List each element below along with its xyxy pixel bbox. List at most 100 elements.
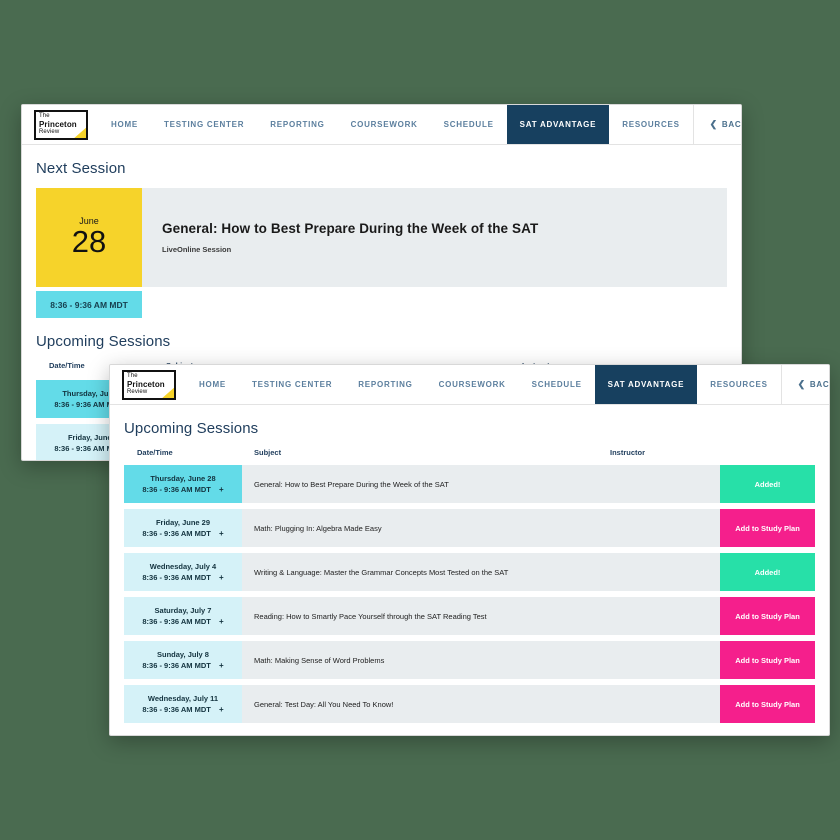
nav-item-sat-advantage[interactable]: SAT ADVANTAGE	[594, 365, 698, 404]
next-session-day: 28	[71, 223, 107, 259]
row-date-cell[interactable]: Friday, June 29 8:36 - 9:36 AM MDT +	[124, 509, 242, 547]
table-row[interactable]: Friday, June 29 8:36 - 9:36 AM MDT + Mat…	[124, 509, 815, 547]
front-col-subject: Subject	[254, 448, 282, 457]
back-navbar: The Princeton Review HOME TESTING CENTER…	[22, 105, 741, 145]
row-subject: General: How to Best Prepare During the …	[254, 479, 449, 489]
front-col-instructor: Instructor	[610, 448, 646, 457]
table-row[interactable]: Saturday, July 7 8:36 - 9:36 AM MDT + Re…	[124, 597, 815, 635]
row-subject: Math: Plugging In: Algebra Made Easy	[254, 523, 382, 533]
row-subject: General: Test Day: All You Need To Know!	[254, 699, 394, 709]
row-time-text: 8:36 - 9:36 AM MDT	[142, 529, 211, 538]
plus-icon[interactable]: +	[219, 529, 224, 538]
row-date-cell[interactable]: Thursday, June 28 8:36 - 9:36 AM MDT +	[124, 465, 242, 503]
row-instructor	[610, 553, 720, 591]
next-session-date-block: June 28	[36, 188, 142, 287]
nav-item-coursework[interactable]: COURSEWORK	[338, 105, 431, 144]
logo-triangle-icon	[160, 385, 174, 398]
back-to-my-campus-link[interactable]: ❮ BACK TO MY CAMPUS	[780, 365, 830, 404]
front-table-header: Date/Time Subject Instructor	[124, 448, 815, 465]
row-date: Wednesday, July 11	[147, 694, 219, 703]
next-session-subtitle: LiveOnline Session	[162, 245, 232, 254]
plus-icon[interactable]: +	[219, 661, 224, 670]
back-to-my-campus-label: BACK TO MY CAMPUS	[809, 380, 830, 389]
next-session-panel: General: How to Best Prepare During the …	[142, 188, 727, 287]
row-subject: Math: Making Sense of Word Problems	[254, 655, 385, 665]
back-to-my-campus-label: BACK TO MY CAMPUS	[721, 120, 742, 129]
row-time-text: 8:36 - 9:36 AM MDT	[142, 617, 211, 626]
row-time: 8:36 - 9:36 AM MDT +	[142, 616, 223, 627]
back-upcoming-heading: Upcoming Sessions	[36, 333, 171, 350]
plus-icon[interactable]: +	[219, 705, 224, 714]
row-time-text: 8:36 - 9:36 AM MDT	[142, 573, 211, 582]
chevron-left-icon: ❮	[797, 379, 806, 389]
brand-logo[interactable]: The Princeton Review	[110, 365, 186, 404]
row-date-cell[interactable]: Saturday, July 7 8:36 - 9:36 AM MDT +	[124, 597, 242, 635]
logo-triangle-icon	[72, 125, 86, 138]
row-date-cell[interactable]: Wednesday, July 4 8:36 - 9:36 AM MDT +	[124, 553, 242, 591]
row-instructor	[610, 641, 720, 679]
row-time-text: 8:36 - 9:36 AM MDT	[142, 661, 211, 670]
table-row[interactable]: Wednesday, July 4 8:36 - 9:36 AM MDT + W…	[124, 553, 815, 591]
next-session-time-badge: 8:36 - 9:36 AM MDT	[36, 291, 142, 318]
row-date: Thursday, June 28	[150, 474, 216, 483]
row-time: 8:36 - 9:36 AM MDT +	[142, 704, 223, 715]
row-time: 8:36 - 9:36 AM MDT +	[142, 660, 223, 671]
next-session-heading: Next Session	[36, 160, 126, 177]
brand-logo[interactable]: The Princeton Review	[22, 105, 98, 144]
nav-item-coursework[interactable]: COURSEWORK	[426, 365, 519, 404]
front-session-list: Thursday, June 28 8:36 - 9:36 AM MDT + G…	[124, 465, 815, 723]
table-row[interactable]: Sunday, July 8 8:36 - 9:36 AM MDT + Math…	[124, 641, 815, 679]
nav-item-reporting[interactable]: REPORTING	[345, 365, 425, 404]
back-nav-items: HOME TESTING CENTER REPORTING COURSEWORK…	[98, 105, 693, 144]
row-time: 8:36 - 9:36 AM MDT +	[142, 484, 223, 495]
logo-line-1: The	[39, 112, 50, 119]
nav-item-resources[interactable]: RESOURCES	[609, 105, 692, 144]
row-time: 8:36 - 9:36 AM MDT +	[142, 528, 223, 539]
add-to-study-plan-button[interactable]: Add to Study Plan	[720, 509, 815, 547]
plus-icon[interactable]: +	[219, 573, 224, 582]
row-subject: Writing & Language: Master the Grammar C…	[254, 567, 509, 577]
row-date: Sunday, July 8	[157, 650, 209, 659]
nav-item-home[interactable]: HOME	[98, 105, 151, 144]
front-content: Upcoming Sessions Date/Time Subject Inst…	[110, 405, 829, 723]
add-to-study-plan-button[interactable]: Add to Study Plan	[720, 597, 815, 635]
princeton-review-logo-icon: The Princeton Review	[122, 369, 176, 400]
row-time: 8:36 - 9:36 AM MDT +	[142, 572, 223, 583]
add-to-study-plan-button[interactable]: Add to Study Plan	[720, 641, 815, 679]
row-date: Wednesday, July 4	[149, 562, 217, 571]
nav-item-sat-advantage[interactable]: SAT ADVANTAGE	[506, 105, 610, 144]
nav-item-schedule[interactable]: SCHEDULE	[431, 105, 507, 144]
front-navbar: The Princeton Review HOME TESTING CENTER…	[110, 365, 829, 405]
nav-item-testing-center[interactable]: TESTING CENTER	[151, 105, 257, 144]
next-session-title: General: How to Best Prepare During the …	[162, 221, 539, 236]
row-instructor	[610, 465, 720, 503]
chevron-left-icon: ❮	[709, 119, 718, 129]
row-time-text: 8:36 - 9:36 AM MDT	[142, 705, 211, 714]
back-to-my-campus-link[interactable]: ❮ BACK TO MY CAMPUS	[692, 105, 742, 144]
row-date: Friday, June 29	[155, 518, 211, 527]
nav-item-schedule[interactable]: SCHEDULE	[519, 365, 595, 404]
front-upcoming-heading: Upcoming Sessions	[124, 420, 259, 437]
logo-line-1: The	[127, 372, 138, 379]
row-subject: Reading: How to Smartly Pace Yourself th…	[254, 611, 487, 621]
table-row[interactable]: Wednesday, July 11 8:36 - 9:36 AM MDT + …	[124, 685, 815, 723]
nav-item-resources[interactable]: RESOURCES	[697, 365, 780, 404]
front-col-date: Date/Time	[137, 448, 173, 457]
added-button[interactable]: Added!	[720, 465, 815, 503]
row-date-cell[interactable]: Wednesday, July 11 8:36 - 9:36 AM MDT +	[124, 685, 242, 723]
add-to-study-plan-button[interactable]: Add to Study Plan	[720, 685, 815, 723]
row-date: Saturday, July 7	[154, 606, 212, 615]
next-session-card: June 28 General: How to Best Prepare Dur…	[36, 188, 727, 287]
nav-item-reporting[interactable]: REPORTING	[257, 105, 337, 144]
table-row[interactable]: Thursday, June 28 8:36 - 9:36 AM MDT + G…	[124, 465, 815, 503]
plus-icon[interactable]: +	[219, 485, 224, 494]
princeton-review-logo-icon: The Princeton Review	[34, 109, 88, 140]
nav-item-testing-center[interactable]: TESTING CENTER	[239, 365, 345, 404]
row-date-cell[interactable]: Sunday, July 8 8:36 - 9:36 AM MDT +	[124, 641, 242, 679]
plus-icon[interactable]: +	[219, 617, 224, 626]
row-instructor	[610, 597, 720, 635]
front-nav-items: HOME TESTING CENTER REPORTING COURSEWORK…	[186, 365, 781, 404]
added-button[interactable]: Added!	[720, 553, 815, 591]
front-window: The Princeton Review HOME TESTING CENTER…	[109, 364, 830, 736]
nav-item-home[interactable]: HOME	[186, 365, 239, 404]
